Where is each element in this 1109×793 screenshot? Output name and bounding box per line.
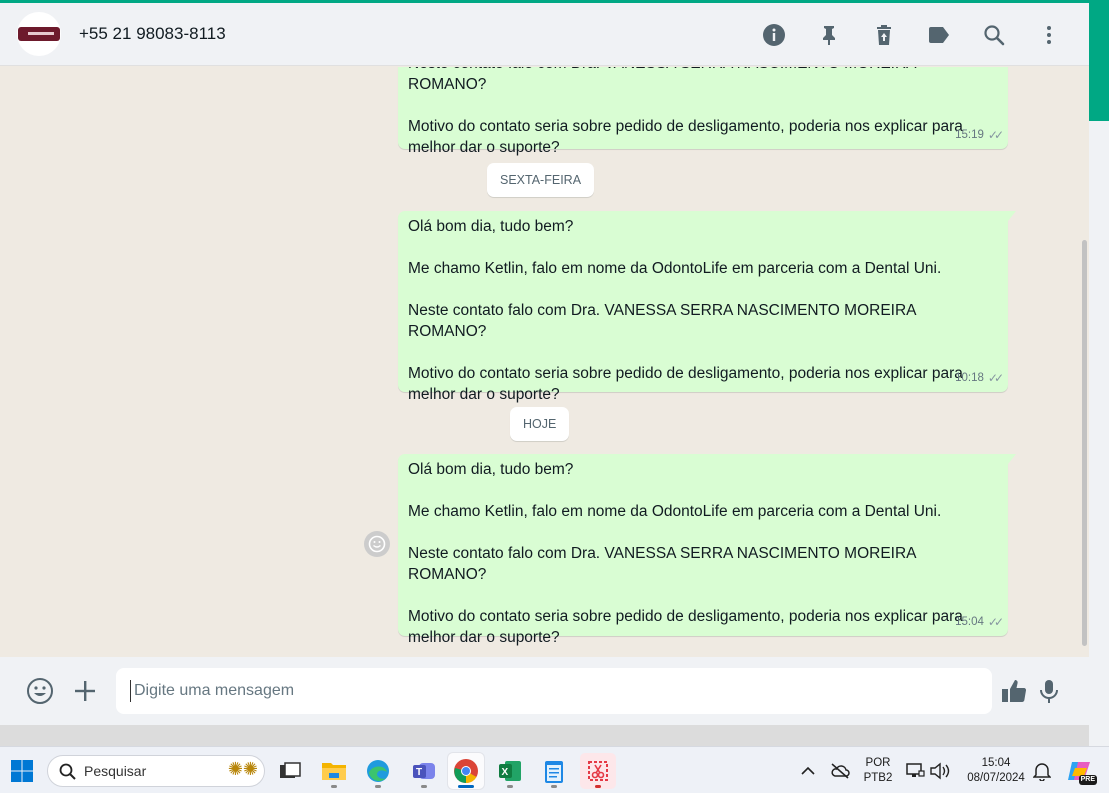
network-icon[interactable] [903, 753, 927, 789]
input-language[interactable]: POR PTB2 [858, 756, 898, 786]
running-indicator [595, 785, 601, 788]
svg-text:X: X [502, 767, 509, 778]
bubble-tail [1008, 454, 1016, 464]
whatsapp-window: +55 21 98083-8113 Neste cont [0, 0, 1089, 725]
search-icon [59, 763, 76, 780]
onedrive-offline-icon[interactable] [828, 753, 852, 789]
clock-time: 15:04 [981, 757, 1011, 769]
file-explorer-icon[interactable] [316, 753, 352, 789]
chat-header: +55 21 98083-8113 [0, 3, 1089, 66]
contact-name[interactable]: +55 21 98083-8113 [79, 24, 226, 44]
message-text: Olá bom dia, tudo bem? Me chamo Ketlin, … [408, 461, 963, 646]
message-bubble[interactable]: Olá bom dia, tudo bem? Me chamo Ketlin, … [398, 211, 1016, 403]
thumbs-up-icon[interactable] [998, 675, 1030, 707]
emoji-icon[interactable] [24, 675, 56, 707]
text-caret [130, 680, 131, 702]
notifications-bell-icon[interactable] [1030, 753, 1054, 789]
label-icon[interactable] [927, 23, 951, 47]
taskbar-clock[interactable]: 15:04 08/07/2024 [958, 756, 1034, 786]
windows-start-icon[interactable] [4, 753, 40, 789]
message-text: Neste contato falo com Dra. VANESSA SERR… [408, 67, 963, 156]
running-indicator [421, 785, 427, 788]
edge-browser-icon[interactable] [360, 753, 396, 789]
message-time: 15:04 [955, 616, 984, 628]
copilot-preview-badge: PRE [1078, 775, 1097, 785]
scrollbar-thumb[interactable] [1082, 240, 1087, 646]
chat-area[interactable]: Neste contato falo com Dra. VANESSA SERR… [0, 67, 1089, 657]
react-emoji-icon[interactable] [364, 531, 390, 557]
snipping-tool-icon[interactable] [580, 753, 616, 789]
running-indicator [507, 785, 513, 788]
double-check-icon: ✓✓ [987, 128, 1004, 142]
search-icon[interactable] [982, 23, 1006, 47]
teams-icon[interactable]: T [406, 753, 442, 789]
excel-icon[interactable]: X [492, 753, 528, 789]
microphone-icon[interactable] [1033, 675, 1065, 707]
menu-icon[interactable] [1037, 23, 1061, 47]
attach-plus-icon[interactable] [69, 675, 101, 707]
message-bubble[interactable]: Olá bom dia, tudo bem? Me chamo Ketlin, … [398, 454, 1016, 646]
tray-chevron-up-icon[interactable] [796, 753, 820, 789]
pin-icon[interactable] [817, 23, 841, 47]
notepad-icon[interactable] [536, 753, 572, 789]
running-indicator [375, 785, 381, 788]
header-actions [762, 3, 1061, 66]
message-meta: 15:19 ✓✓ [955, 125, 1004, 146]
windows-taskbar: Pesquisar ✺✺ T X POR PTB2 15:04 08/07/20… [0, 746, 1109, 793]
copilot-icon[interactable]: PRE [1062, 753, 1098, 789]
running-indicator [331, 785, 337, 788]
bubble-tail [1008, 211, 1016, 221]
info-icon[interactable] [762, 23, 786, 47]
avatar-logo [18, 27, 60, 41]
message-meta: 10:18 ✓✓ [955, 368, 1004, 389]
message-time: 10:18 [955, 372, 984, 384]
svg-text:T: T [416, 767, 422, 778]
message-input[interactable] [116, 668, 992, 714]
active-indicator [458, 785, 474, 788]
language-code: POR [865, 757, 891, 769]
contact-avatar[interactable] [17, 12, 61, 56]
taskbar-search[interactable]: Pesquisar ✺✺ [47, 755, 265, 787]
double-check-icon: ✓✓ [987, 371, 1004, 385]
keyboard-layout: PTB2 [863, 772, 893, 784]
task-view-icon[interactable] [272, 753, 308, 789]
message-time: 15:19 [955, 129, 984, 141]
double-check-icon: ✓✓ [987, 615, 1004, 629]
running-indicator [551, 785, 557, 788]
day-separator-today: HOJE [510, 407, 570, 441]
taskbar-search-label: Pesquisar [84, 763, 147, 779]
message-meta: 15:04 ✓✓ [955, 612, 1004, 633]
message-text: Olá bom dia, tudo bem? Me chamo Ketlin, … [408, 218, 963, 403]
window-edge-accent [1089, 3, 1109, 121]
volume-icon[interactable] [928, 753, 952, 789]
search-highlight-icon: ✺✺ [227, 759, 258, 779]
day-separator-friday: SEXTA-FEIRA [487, 163, 595, 197]
composer-bar [0, 657, 1089, 725]
message-bubble[interactable]: Neste contato falo com Dra. VANESSA SERR… [398, 67, 1008, 156]
clock-date: 08/07/2024 [967, 772, 1025, 784]
window-accent-strip [0, 0, 1109, 3]
window-edge [1089, 121, 1109, 746]
delete-icon[interactable] [872, 23, 896, 47]
chrome-browser-icon[interactable] [448, 753, 484, 789]
